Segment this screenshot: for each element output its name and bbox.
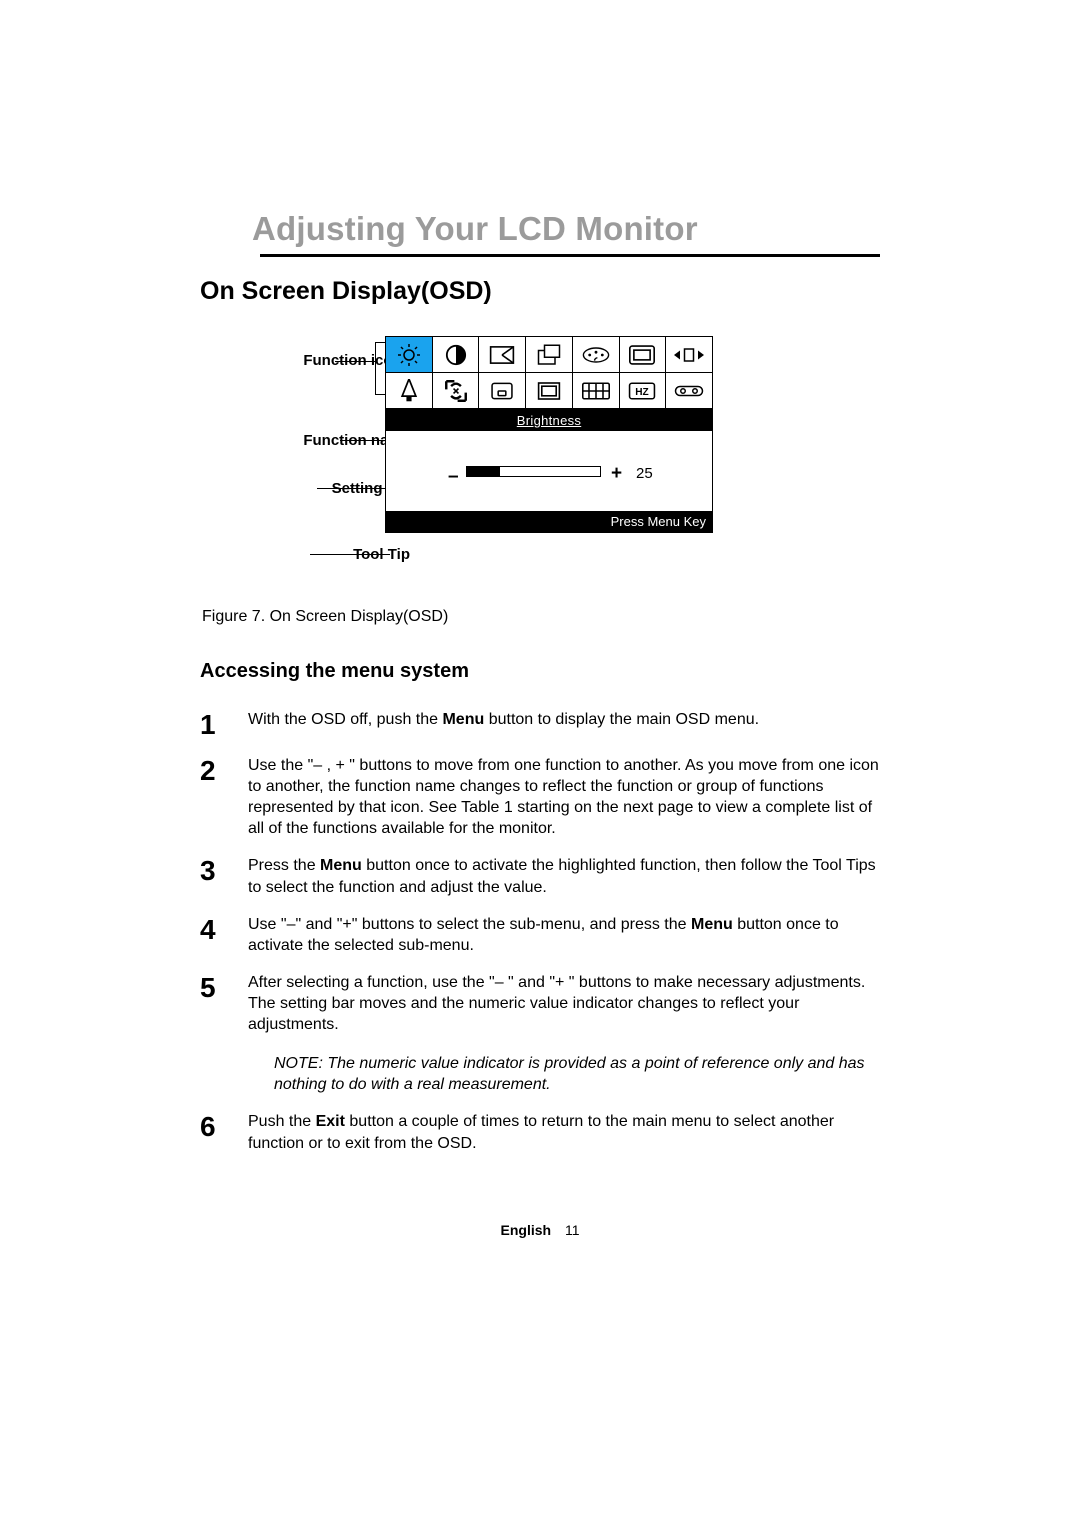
- step: 2 Use the "– , + " buttons to move from …: [200, 755, 880, 839]
- minus-label: –: [448, 466, 459, 488]
- color-icon[interactable]: [573, 337, 620, 373]
- step-body: Press the Menu button once to activate t…: [248, 855, 880, 897]
- step-number: 5: [200, 972, 248, 1096]
- contrast-icon[interactable]: [433, 337, 480, 373]
- osd-figure: Function icons Function name Setting bar…: [220, 336, 880, 586]
- step-number: 6: [200, 1111, 248, 1153]
- step-number: 1: [200, 709, 248, 739]
- step: 4 Use "–" and "+" buttons to select the …: [200, 914, 880, 956]
- divider: [260, 254, 880, 257]
- setting-value: 25: [636, 465, 653, 482]
- leader-line: [335, 361, 375, 362]
- step-body: Use "–" and "+" buttons to select the su…: [248, 914, 880, 956]
- info-icon[interactable]: [526, 373, 573, 409]
- step: 5 After selecting a function, use the "–…: [200, 972, 880, 1096]
- position-icon[interactable]: [526, 337, 573, 373]
- fit-screen-icon[interactable]: [620, 337, 667, 373]
- chapter-title: Adjusting Your LCD Monitor: [252, 210, 880, 248]
- step-number: 2: [200, 755, 248, 839]
- step-number: 3: [200, 855, 248, 897]
- osd-panel: HZ Brightness – + 25 Press Menu Key: [385, 336, 713, 533]
- leader-line: [375, 342, 376, 394]
- step-body: Use the "– , + " buttons to move from on…: [248, 755, 880, 839]
- step-text: After selecting a function, use the "– "…: [248, 974, 865, 1033]
- step: 1 With the OSD off, push the Menu button…: [200, 709, 880, 739]
- leader-line: [310, 554, 390, 555]
- step: 3 Press the Menu button once to activate…: [200, 855, 880, 897]
- footer-page-number: 11: [565, 1222, 580, 1238]
- reset-icon[interactable]: [433, 373, 480, 409]
- osd-function-name: Brightness: [386, 409, 712, 431]
- step-number: 4: [200, 914, 248, 956]
- language-icon[interactable]: [479, 373, 526, 409]
- step-body: Push the Exit button a couple of times t…: [248, 1111, 880, 1153]
- lock-icon[interactable]: [386, 373, 433, 409]
- icon-row: [386, 337, 712, 373]
- figure-caption: Figure 7. On Screen Display(OSD): [202, 608, 880, 626]
- setting-bar-fill: [467, 467, 500, 476]
- step-note: NOTE: The numeric value indicator is pro…: [248, 1053, 880, 1095]
- expand-icon[interactable]: [666, 337, 712, 373]
- setting-bar-track[interactable]: [466, 466, 601, 477]
- page-footer: English 11: [200, 1222, 880, 1238]
- subheading: Accessing the menu system: [200, 660, 880, 683]
- hz-icon[interactable]: HZ: [620, 373, 667, 409]
- osd-tooltip: Press Menu Key: [386, 511, 712, 532]
- leader-line: [340, 440, 390, 441]
- misc-icon[interactable]: [573, 373, 620, 409]
- brightness-icon[interactable]: [386, 337, 433, 373]
- footer-language: English: [501, 1222, 552, 1238]
- icon-row: HZ: [386, 373, 712, 409]
- step: 6 Push the Exit button a couple of times…: [200, 1111, 880, 1153]
- plus-label: +: [611, 463, 622, 485]
- leader-line: [317, 488, 390, 489]
- svg-text:HZ: HZ: [636, 386, 649, 397]
- section-title: On Screen Display(OSD): [200, 277, 880, 306]
- osd-setting-bar-zone: – + 25: [386, 431, 712, 511]
- step-body: After selecting a function, use the "– "…: [248, 972, 880, 1096]
- audio-icon[interactable]: [666, 373, 712, 409]
- step-body: With the OSD off, push the Menu button t…: [248, 709, 880, 739]
- focus-icon[interactable]: [479, 337, 526, 373]
